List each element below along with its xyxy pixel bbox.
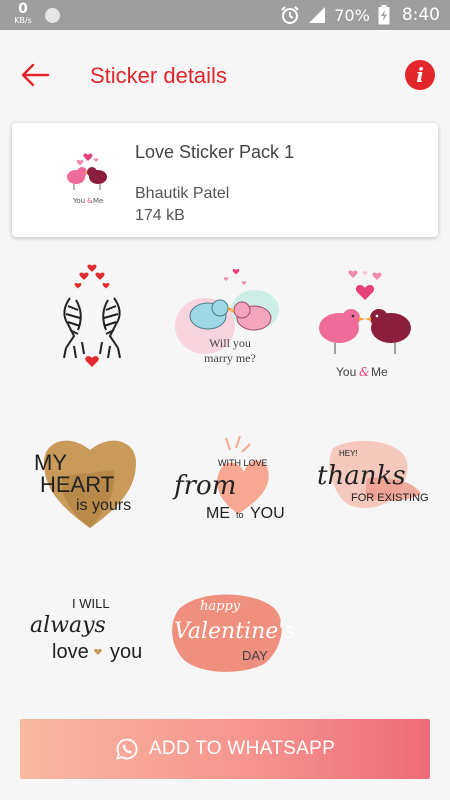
pack-author: Bhautik Patel xyxy=(135,185,230,202)
sticker-text-line: love xyxy=(52,641,89,663)
network-speed-value: 0 xyxy=(18,1,28,17)
sticker-text-line: you xyxy=(110,641,142,663)
sticker-text-line: DAY xyxy=(242,648,268,663)
i-will-always-love-you-sticker[interactable]: I WILL always love you xyxy=(20,578,160,708)
network-speed: 0 KB/s xyxy=(8,2,38,25)
sticker-text-line: Will you xyxy=(209,336,251,350)
sticker-text-line: YOU xyxy=(250,505,285,522)
pack-thumbnail: You & Me xyxy=(67,153,107,205)
sticker-text-line: happy xyxy=(200,599,241,614)
sticker-text-line: ME xyxy=(206,505,230,522)
thanks-for-existing-sticker[interactable]: HEY! thanks FOR EXISTING xyxy=(295,418,435,548)
add-to-whatsapp-label: ADD TO WHATSAPP xyxy=(148,738,336,759)
app-toolbar: Sticker details i xyxy=(0,30,450,120)
signal-icon xyxy=(309,7,326,23)
arrow-left-icon[interactable] xyxy=(20,62,50,88)
page-title: Sticker details xyxy=(90,63,227,88)
status-bar: 0 KB/s 70% 8:40 xyxy=(0,0,450,30)
sticker-text-line: thanks xyxy=(317,461,406,491)
sticker-text-line: Me xyxy=(371,365,388,379)
zebra-hearts-sticker[interactable] xyxy=(20,258,160,388)
will-you-marry-me-sticker[interactable]: Will you marry me? xyxy=(160,258,300,388)
sticker-text-line: FOR EXISTING xyxy=(351,492,429,504)
svg-text:&: & xyxy=(359,365,370,379)
whatsapp-icon xyxy=(116,738,138,760)
happy-valentines-day-sticker[interactable]: happy Valentine's DAY xyxy=(160,578,300,708)
sticker-text-line: HEY! xyxy=(339,449,358,458)
sticker-text-line: always xyxy=(30,613,106,638)
sticker-text-line: You xyxy=(336,365,356,379)
you-and-me-birds-sticker[interactable]: You & Me xyxy=(295,258,435,388)
my-heart-is-yours-sticker[interactable]: MY HEART is yours xyxy=(20,418,160,548)
pack-thumb-you: You xyxy=(72,197,85,205)
sticker-text-line: Valentine's xyxy=(174,619,296,644)
sticker-text-line: to xyxy=(236,510,244,520)
network-speed-unit: KB/s xyxy=(14,16,32,25)
info-icon[interactable]: i xyxy=(405,60,435,90)
sticker-text-line: HEART xyxy=(40,472,114,497)
sticker-text-line: is yours xyxy=(76,497,131,514)
pack-size: 174 kB xyxy=(135,207,185,224)
pack-name: Love Sticker Pack 1 xyxy=(135,142,295,162)
with-love-from-me-to-you-sticker[interactable]: WITH LOVE from ME to YOU xyxy=(160,418,300,548)
alarm-icon xyxy=(281,6,299,24)
sticker-text-line: WITH LOVE xyxy=(218,458,268,468)
sticker-text-line: marry me? xyxy=(204,351,256,365)
battery-percentage: 70% xyxy=(334,5,370,25)
battery-charging-icon xyxy=(378,5,390,25)
sticker-text-line: from xyxy=(172,471,236,501)
notification-dot-icon xyxy=(45,8,60,23)
pack-thumb-me: Me xyxy=(93,197,103,205)
sticker-text-line: I WILL xyxy=(72,596,110,611)
clock-time: 8:40 xyxy=(401,5,440,25)
add-to-whatsapp-button[interactable]: ADD TO WHATSAPP xyxy=(20,719,430,779)
sticker-pack-card: You & Me Love Sticker Pack 1 Bhautik Pat… xyxy=(12,123,438,237)
